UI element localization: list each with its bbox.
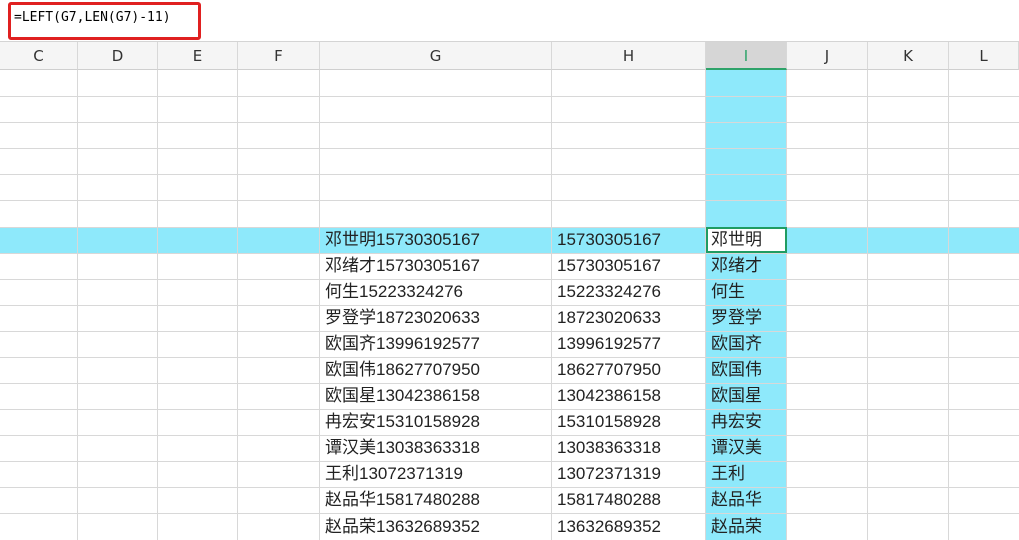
cell-h[interactable]: 13042386158 xyxy=(552,383,706,409)
cell-h[interactable]: 15223324276 xyxy=(552,279,706,305)
column-header-l[interactable]: L xyxy=(949,42,1019,70)
cell-g[interactable]: 欧国星13042386158 xyxy=(320,383,552,409)
cell-h[interactable]: 13632689352 xyxy=(552,513,706,540)
formula-text[interactable]: =LEFT(G7,LEN(G7)-11) xyxy=(14,7,171,29)
cell-g[interactable]: 赵品华15817480288 xyxy=(320,487,552,513)
cell-g[interactable]: 冉宏安15310158928 xyxy=(320,409,552,435)
cell-h[interactable]: 15310158928 xyxy=(552,409,706,435)
cell-g[interactable]: 邓绪才15730305167 xyxy=(320,253,552,279)
cell-h[interactable]: 15730305167 xyxy=(552,227,706,253)
cell-i[interactable]: 欧国星 xyxy=(706,383,787,409)
cell-g[interactable]: 邓世明15730305167 xyxy=(320,227,552,253)
column-header-j[interactable]: J xyxy=(787,42,868,70)
column-header-f[interactable]: F xyxy=(238,42,320,70)
column-header-e[interactable]: E xyxy=(158,42,238,70)
cell-i[interactable]: 谭汉美 xyxy=(706,435,787,461)
column-gridline xyxy=(237,70,238,540)
cell-h[interactable]: 13996192577 xyxy=(552,331,706,357)
cell-i[interactable]: 罗登学 xyxy=(706,305,787,331)
cell-g[interactable]: 赵品荣13632689352 xyxy=(320,513,552,540)
column-gridline xyxy=(867,70,868,540)
spreadsheet-grid[interactable]: C D E F G H I J K L 邓世明15730305167 15730305167 邓世明 邓绪… xyxy=(0,42,1019,540)
cell-h[interactable]: 18627707950 xyxy=(552,357,706,383)
cell-g[interactable]: 何生15223324276 xyxy=(320,279,552,305)
cell-h[interactable]: 15817480288 xyxy=(552,487,706,513)
cell-g[interactable]: 欧国齐13996192577 xyxy=(320,331,552,357)
column-gridline xyxy=(157,70,158,540)
cell-h[interactable]: 15730305167 xyxy=(552,253,706,279)
column-header-g[interactable]: G xyxy=(320,42,552,70)
column-header-i[interactable]: I xyxy=(706,42,787,70)
formula-bar[interactable]: =LEFT(G7,LEN(G7)-11) xyxy=(0,0,1019,42)
cell-i[interactable]: 何生 xyxy=(706,279,787,305)
column-gridline xyxy=(948,70,949,540)
cell-g[interactable]: 欧国伟18627707950 xyxy=(320,357,552,383)
cell-h[interactable]: 13072371319 xyxy=(552,461,706,487)
column-header-c[interactable]: C xyxy=(0,42,78,70)
cell-g[interactable]: 谭汉美13038363318 xyxy=(320,435,552,461)
cell-i[interactable]: 邓世明 xyxy=(706,227,787,253)
column-header-k[interactable]: K xyxy=(868,42,949,70)
cell-i[interactable]: 邓绪才 xyxy=(706,253,787,279)
cell-g[interactable]: 罗登学18723020633 xyxy=(320,305,552,331)
cell-i[interactable]: 王利 xyxy=(706,461,787,487)
cell-g[interactable]: 王利13072371319 xyxy=(320,461,552,487)
column-header-d[interactable]: D xyxy=(78,42,158,70)
cell-i[interactable]: 欧国伟 xyxy=(706,357,787,383)
cell-i[interactable]: 冉宏安 xyxy=(706,409,787,435)
cell-h[interactable]: 13038363318 xyxy=(552,435,706,461)
column-header-h[interactable]: H xyxy=(552,42,706,70)
cell-i[interactable]: 赵品华 xyxy=(706,487,787,513)
cell-h[interactable]: 18723020633 xyxy=(552,305,706,331)
column-gridline xyxy=(77,70,78,540)
cell-i[interactable]: 赵品荣 xyxy=(706,513,787,540)
cell-i[interactable]: 欧国齐 xyxy=(706,331,787,357)
